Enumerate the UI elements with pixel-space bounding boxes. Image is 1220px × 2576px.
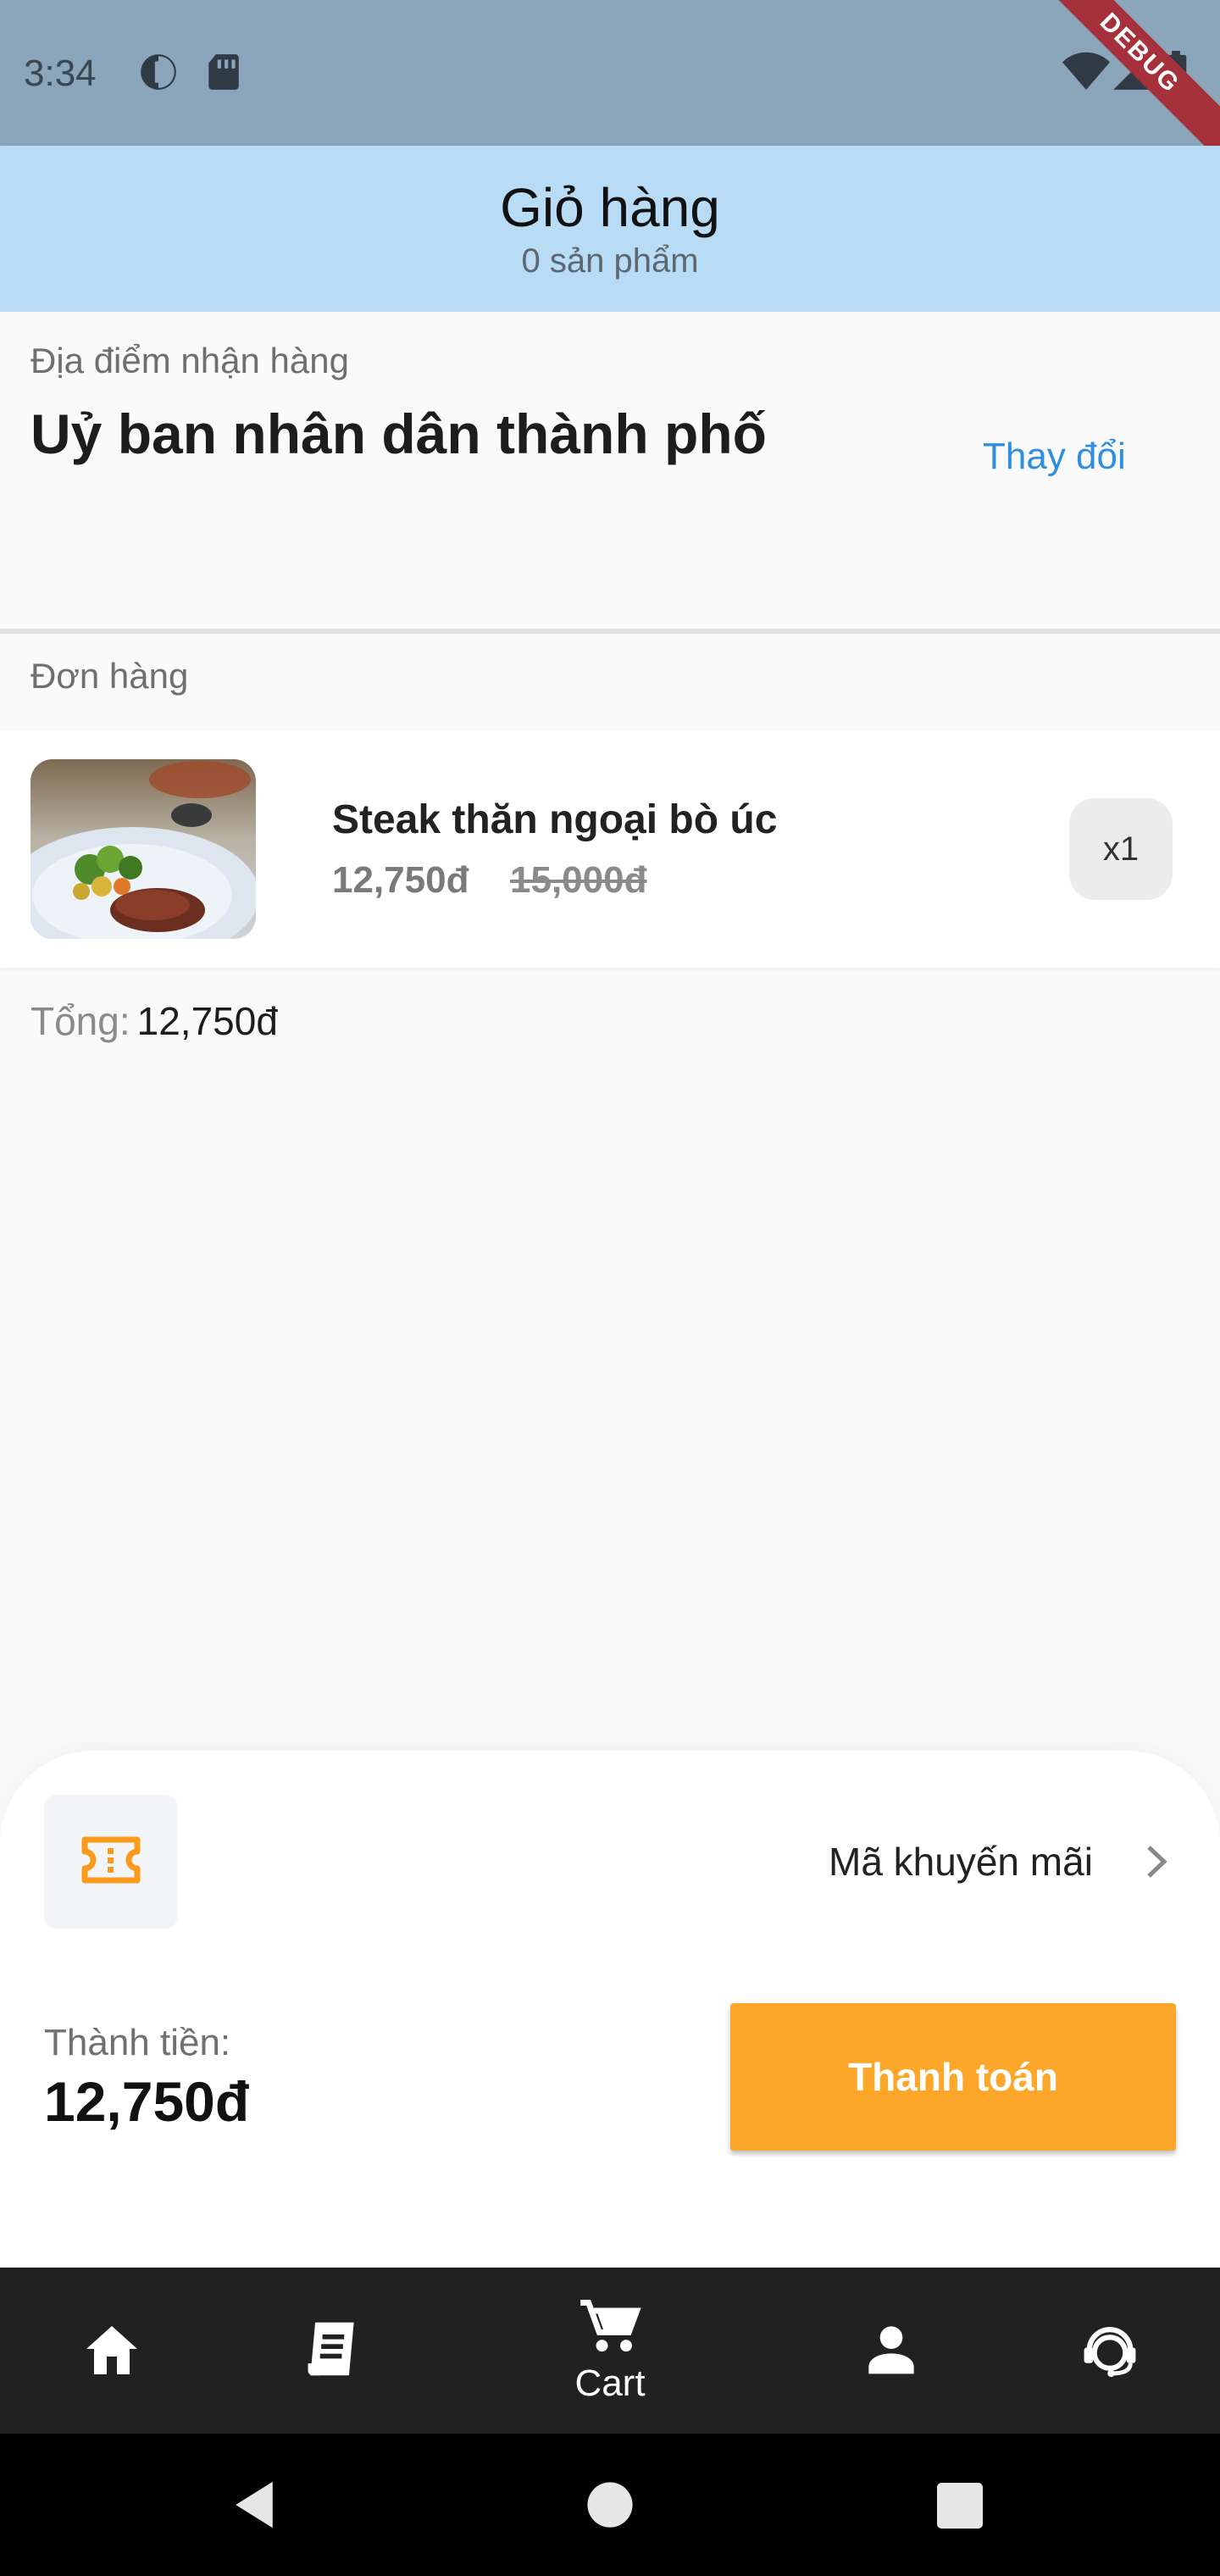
status-time: 3:34 <box>24 53 97 94</box>
support-agent-icon <box>1079 2319 1141 2383</box>
nav-item-profile[interactable] <box>847 2268 935 2434</box>
discounted-price: 12,750đ <box>332 859 469 901</box>
data-saver-icon <box>137 51 180 97</box>
nav-label-cart: Cart <box>574 2362 646 2404</box>
item-count-subtitle: 0 sản phẩm <box>521 242 699 280</box>
amount-value: 12,750đ <box>44 2070 250 2133</box>
nav-item-cart[interactable]: Cart <box>542 2268 678 2434</box>
checkout-button[interactable]: Thanh toán <box>730 2003 1176 2151</box>
section-divider <box>0 629 1220 634</box>
pickup-location-label: Địa điểm nhận hàng <box>30 341 349 380</box>
cart-icon <box>578 2297 642 2361</box>
nav-item-home[interactable] <box>68 2268 156 2434</box>
wifi-icon <box>1062 51 1110 97</box>
bottom-nav: Cart <box>0 2268 1220 2434</box>
amount-label: Thành tiền: <box>44 2022 231 2063</box>
person-icon <box>864 2322 918 2380</box>
original-price: 15,000đ <box>510 859 647 901</box>
food-name: Steak thăn ngoại bò úc <box>332 797 778 842</box>
receipt-icon <box>302 2318 362 2384</box>
chevron-right-icon[interactable] <box>1142 1842 1171 1885</box>
promo-code-link[interactable]: Mã khuyến mãi <box>829 1839 1093 1885</box>
recents-icon[interactable] <box>937 2483 983 2533</box>
order-total-value: 12,750đ <box>136 999 278 1043</box>
pickup-location-name: Uỷ ban nhân dân thành phố <box>30 402 767 465</box>
app-bar: Giỏ hàng 0 sản phẩm <box>0 146 1220 312</box>
status-bar: 3:34 DEBUG <box>0 0 1220 166</box>
home-icon <box>81 2321 142 2381</box>
system-nav-bar <box>0 2434 1220 2576</box>
ticket-icon <box>80 1835 142 1890</box>
back-icon[interactable] <box>230 2479 278 2534</box>
sd-card-icon <box>203 51 242 97</box>
nav-item-support[interactable] <box>1066 2268 1154 2434</box>
checkout-sheet: Mã khuyến mãi Thành tiền: 12,750đ Thanh … <box>0 1751 1220 2268</box>
change-location-button[interactable]: Thay đổi <box>983 436 1126 478</box>
cart-item-row[interactable]: Steak thăn ngoại bò úc 12,750đ 15,000đ x… <box>0 730 1220 968</box>
page-title: Giỏ hàng <box>500 177 720 238</box>
food-image <box>30 759 256 939</box>
pickup-location-section: Địa điểm nhận hàng Uỷ ban nhân dân thành… <box>0 312 1220 629</box>
order-total-label: Tổng: <box>30 999 130 1043</box>
voucher-button[interactable] <box>44 1795 178 1929</box>
order-section-label: Đơn hàng <box>30 656 189 696</box>
quantity-badge[interactable]: x1 <box>1069 798 1173 900</box>
nav-item-orders[interactable] <box>288 2268 376 2434</box>
home-circle-icon[interactable] <box>586 2481 634 2533</box>
order-total: Tổng: 12,750đ <box>30 998 278 1044</box>
